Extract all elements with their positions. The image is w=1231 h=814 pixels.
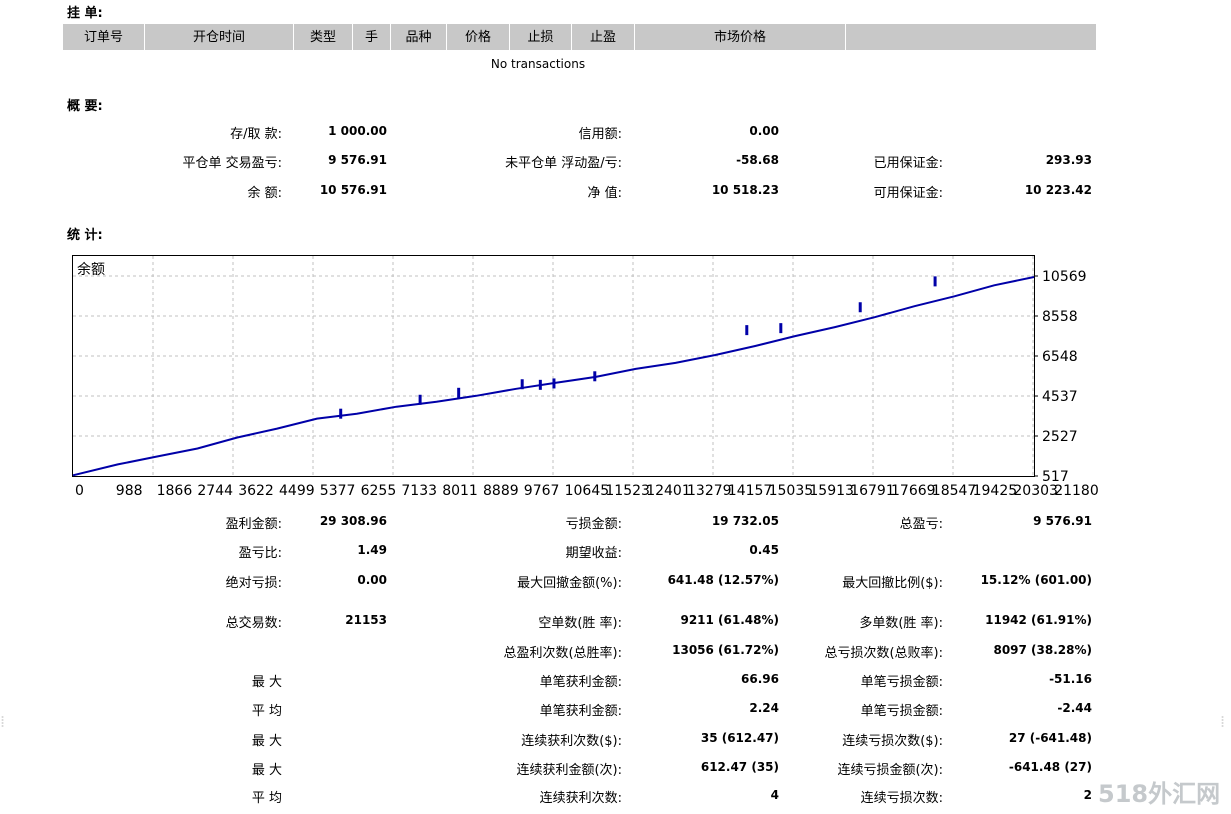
stat-value: 15.12% (601.00) [980, 573, 1092, 587]
stat-value: 641.48 (12.57%) [667, 573, 779, 587]
stat-value: 8097 (38.28%) [993, 643, 1092, 657]
stat-label: 盈亏比: [238, 546, 282, 561]
stat-label: 最 大 [251, 734, 282, 749]
stat-value: 2.24 [749, 701, 779, 715]
x-tick-label: 11523 [605, 483, 650, 499]
y-tick-label: 8558 [1042, 309, 1078, 325]
stat-label: 总盈亏: [899, 517, 943, 532]
stat-label: 最 大 [251, 763, 282, 778]
stat-value: 11942 (61.91%) [985, 613, 1092, 627]
x-tick-label: 6255 [361, 483, 397, 499]
x-tick-label: 15913 [809, 483, 854, 499]
x-tick-label: 16791 [850, 483, 895, 499]
x-tick-label: 8011 [442, 483, 478, 499]
x-tick-label: 4499 [279, 483, 315, 499]
stat-label: 连续获利金额(次): [516, 763, 622, 778]
stat-label: 平 均 [251, 791, 282, 806]
x-tick-label: 10645 [565, 483, 610, 499]
stat-label: 总亏损次数(总败率): [824, 646, 943, 661]
y-tick-label: 2527 [1042, 429, 1078, 445]
stat-value: 612.47 (35) [700, 760, 779, 774]
x-tick-label: 988 [116, 483, 143, 499]
stat-label: 总盈利次数(总胜率): [503, 646, 622, 661]
stat-value: 1.49 [357, 543, 387, 557]
x-tick-label: 13279 [687, 483, 732, 499]
y-tick-label: 10569 [1042, 269, 1087, 285]
stat-label: 连续获利次数($): [521, 734, 622, 749]
stat-value: 35 (612.47) [700, 731, 779, 745]
x-tick-label: 5377 [320, 483, 356, 499]
stat-value: 0.45 [749, 543, 779, 557]
stat-label: 期望收益: [565, 546, 622, 561]
x-tick-label: 21180 [1054, 483, 1099, 499]
stat-value: 27 (-641.48) [1008, 731, 1092, 745]
stat-label: 盈利金额: [225, 517, 282, 532]
x-tick-label: 8889 [483, 483, 519, 499]
stat-value: 29 308.96 [319, 514, 387, 528]
stat-label: 空单数(胜 率): [538, 616, 622, 631]
edge-glyph-right: ⁞ [1220, 712, 1226, 731]
stat-value: 0.00 [357, 573, 387, 587]
stat-label: 单笔亏损金额: [860, 704, 943, 719]
stat-label: 单笔亏损金额: [860, 675, 943, 690]
y-tick-label: 6548 [1042, 349, 1078, 365]
x-tick-label: 12401 [646, 483, 691, 499]
chart-title: 余额 [77, 261, 105, 278]
y-tick-label: 4537 [1042, 389, 1078, 405]
stat-value: -51.16 [1049, 672, 1092, 686]
stat-value: 9211 (61.48%) [680, 613, 779, 627]
stat-value: 21153 [345, 613, 387, 627]
balance-chart-svg: 5172527453765488558105690 988 1866 2744 3622… [72, 256, 1099, 499]
x-tick-label: 20303 [1013, 483, 1058, 499]
stat-value: -641.48 (27) [1008, 760, 1092, 774]
stat-value: 9 576.91 [1033, 514, 1092, 528]
x-tick-label: 2744 [197, 483, 233, 499]
x-tick-label: 18547 [932, 483, 977, 499]
x-tick-label: 1866 [157, 483, 193, 499]
stat-value: 19 732.05 [711, 514, 779, 528]
watermark-logo: 518外汇网 [1098, 780, 1221, 808]
stat-value: 13056 (61.72%) [672, 643, 779, 657]
stat-label: 平 均 [251, 704, 282, 719]
edge-glyph-left: ⁞ [0, 712, 6, 731]
x-tick-label: 9767 [524, 483, 560, 499]
stat-label: 最大回撤比例($): [842, 576, 943, 591]
x-tick-label: 0 [75, 483, 84, 499]
stat-label: 多单数(胜 率): [859, 616, 943, 631]
x-tick-label: 15035 [769, 483, 814, 499]
stat-label: 连续亏损次数($): [842, 734, 943, 749]
stat-label: 连续亏损金额(次): [837, 763, 943, 778]
stat-label: 总交易数: [225, 616, 282, 631]
stat-label: 单笔获利金额: [539, 675, 622, 690]
x-tick-label: 3622 [238, 483, 274, 499]
x-tick-label: 7133 [401, 483, 437, 499]
stat-label: 绝对亏损: [225, 576, 282, 591]
x-tick-label: 17669 [891, 483, 936, 499]
stat-label: 最 大 [251, 675, 282, 690]
stat-value: 66.96 [741, 672, 779, 686]
x-tick-label: 14157 [728, 483, 773, 499]
stat-value: -2.44 [1057, 701, 1092, 715]
stat-label: 亏损金额: [565, 517, 622, 532]
stat-label: 单笔获利金额: [539, 704, 622, 719]
stat-value: 2 [1083, 788, 1092, 802]
stat-label: 连续获利次数: [539, 791, 622, 806]
x-tick-label: 19425 [973, 483, 1018, 499]
stat-value: 4 [770, 788, 779, 802]
stat-label: 连续亏损次数: [860, 791, 943, 806]
stat-label: 最大回撤金额(%): [517, 576, 622, 591]
